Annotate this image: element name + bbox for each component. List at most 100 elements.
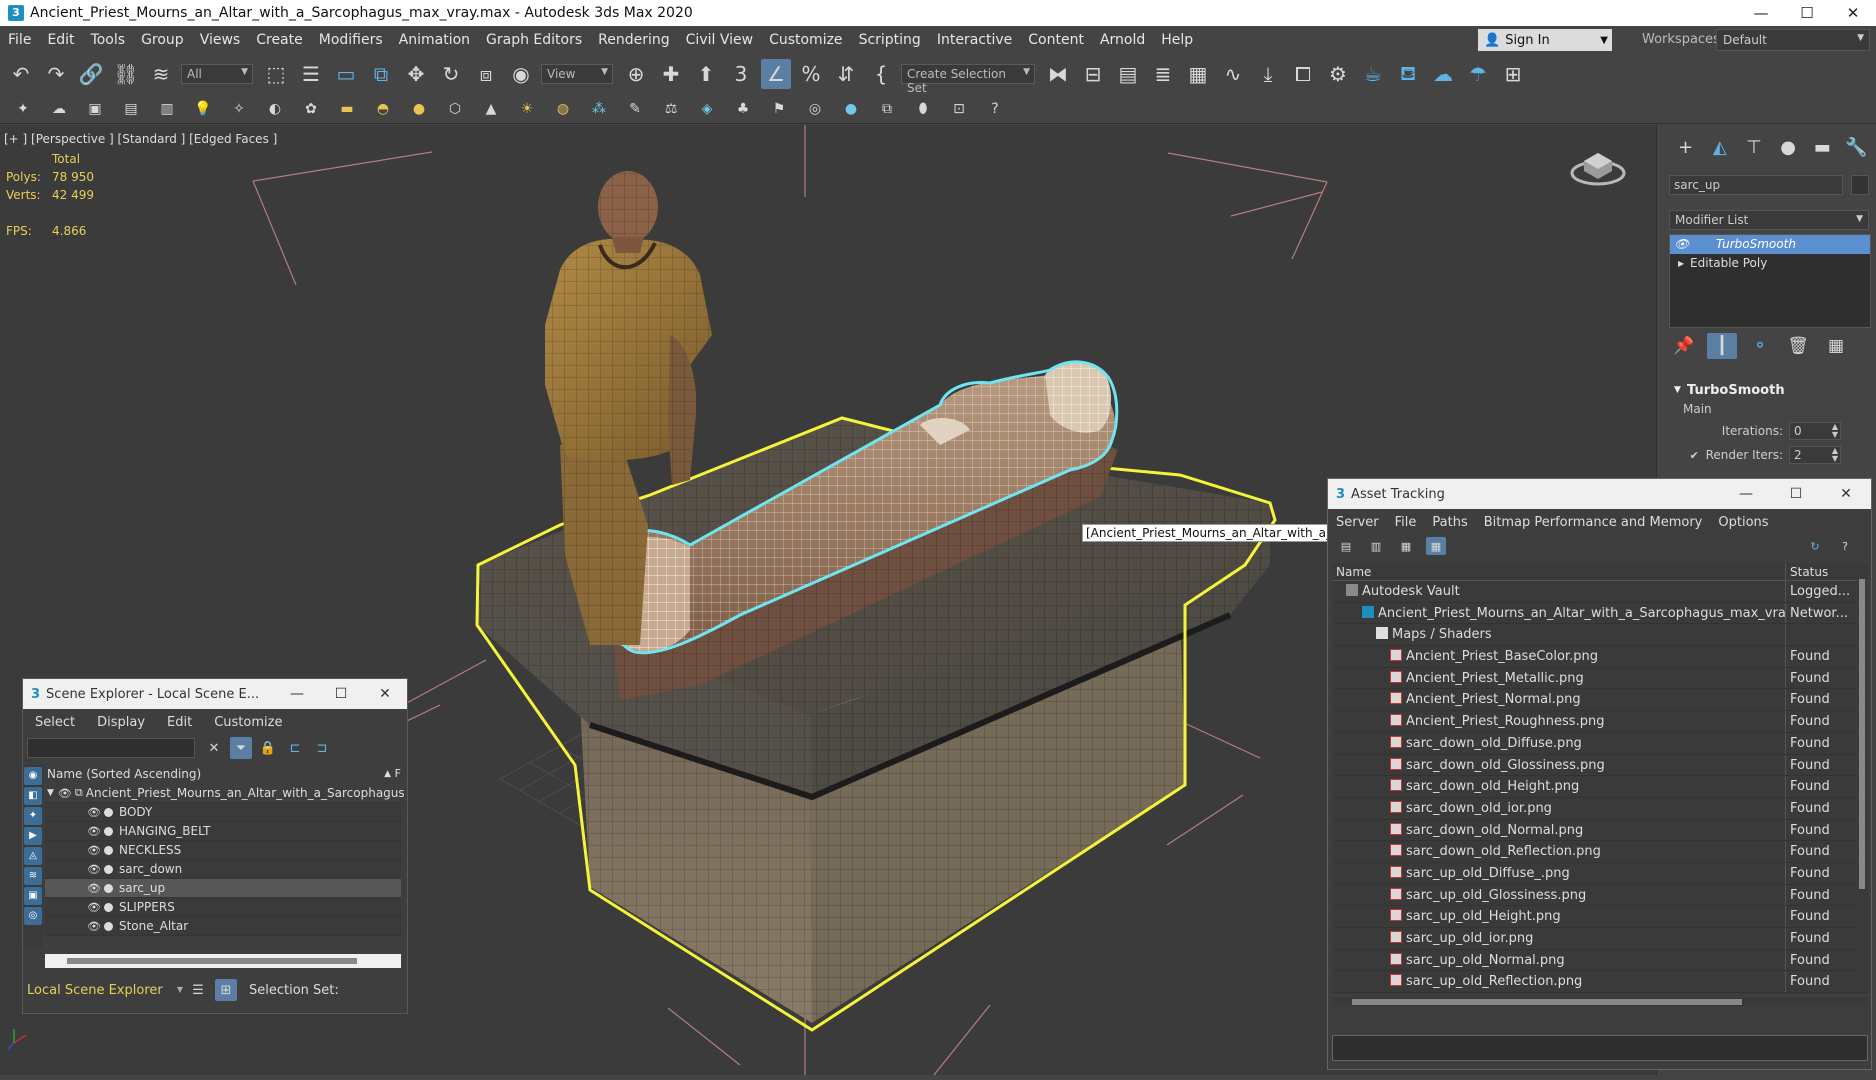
asset-row[interactable]: Ancient_Priest_Metallic.png Found [1332, 667, 1868, 690]
keyboard-shortcut-override-icon[interactable]: ⬆ [691, 59, 721, 89]
help-icon[interactable]: ? [1835, 537, 1855, 555]
hierarchy-collapse-icon[interactable]: ⊐ [311, 737, 333, 759]
object-name-field[interactable]: sarc_up [1669, 175, 1843, 195]
show-end-result-icon[interactable]: ┃ [1707, 333, 1737, 359]
redo-icon[interactable]: ↷ [41, 59, 71, 89]
name-column-header[interactable]: Name [1332, 563, 1786, 580]
environment-fog-icon[interactable]: ◎ [802, 97, 828, 121]
menu-edit[interactable]: Edit [39, 32, 82, 48]
unlink-icon[interactable]: ⛓ [111, 59, 141, 89]
filter-icon[interactable]: ⏷ [230, 737, 252, 759]
light-mix-icon[interactable]: ✿ [298, 97, 324, 121]
window-crossing-icon[interactable]: ⧉ [366, 59, 396, 89]
dome-light-icon[interactable]: ◓ [370, 97, 396, 121]
maximize-button[interactable]: ☐ [1784, 0, 1830, 26]
place-icon[interactable]: ◉ [506, 59, 536, 89]
minimize-button[interactable]: — [275, 686, 319, 702]
eye-icon[interactable]: 👁 [87, 825, 101, 838]
ies-cone-icon[interactable]: ▲ [478, 97, 504, 121]
asset-row[interactable]: Ancient_Priest_Roughness.png Found [1332, 711, 1868, 733]
search-input[interactable] [27, 738, 195, 758]
eye-icon[interactable]: 👁 [87, 863, 101, 876]
eye-icon[interactable]: 👁 [87, 882, 101, 895]
scene-object-row[interactable]: 👁 sarc_down [45, 860, 401, 879]
asset-row[interactable]: sarc_up_old_Reflection.png Found [1332, 971, 1868, 993]
asset-row[interactable]: sarc_down_old_ior.png Found [1332, 797, 1868, 820]
rendered-frame-window-icon[interactable]: ⛾ [1393, 59, 1423, 89]
material-sphere-icon[interactable]: ● [838, 97, 864, 121]
hierarchy-expand-icon[interactable]: ⊏ [284, 737, 306, 759]
cameras-filter-icon[interactable]: ▶ [24, 827, 42, 845]
eye-icon[interactable]: 👁 [87, 901, 101, 914]
minimize-button[interactable]: — [1721, 486, 1771, 502]
link-icon[interactable]: 🔗 [76, 59, 106, 89]
scene-object-row[interactable]: 👁 BODY [45, 803, 401, 822]
rotate-icon[interactable]: ↻ [436, 59, 466, 89]
rectangular-selection-icon[interactable]: ▭ [331, 59, 361, 89]
spinner-arrows-icon[interactable]: ▲ ▼ [1832, 447, 1838, 463]
move-icon[interactable]: ✥ [401, 59, 431, 89]
asset-row[interactable]: Ancient_Priest_BaseColor.png Found [1332, 646, 1868, 668]
eye-icon[interactable]: 👁 [87, 806, 101, 819]
menu-modifiers[interactable]: Modifiers [311, 32, 391, 48]
scrollbar-thumb[interactable] [1352, 999, 1742, 1005]
plane-light-icon[interactable]: ▬ [334, 97, 360, 121]
close-button[interactable]: ✕ [363, 686, 407, 702]
at-menu-paths[interactable]: Paths [1432, 515, 1467, 530]
menu-customize[interactable]: Customize [761, 32, 851, 48]
asset-row[interactable]: sarc_up_old_Diffuse_.png Found [1332, 862, 1868, 885]
render-setup-icon[interactable]: ☕ [1358, 59, 1388, 89]
menu-interactive[interactable]: Interactive [929, 32, 1020, 48]
menu-civil-view[interactable]: Civil View [678, 32, 761, 48]
collapse-arrow-icon[interactable]: ▼ [47, 788, 54, 798]
clipper-icon[interactable]: ♣ [730, 97, 756, 121]
list-view-icon[interactable]: ▤ [1336, 537, 1356, 555]
horizontal-scrollbar[interactable] [45, 954, 401, 968]
spinner-snap-icon[interactable]: ⇵ [831, 59, 861, 89]
create-tab-icon[interactable]: + [1671, 135, 1700, 159]
bind-space-warp-icon[interactable]: ≋ [146, 59, 176, 89]
se-menu-select[interactable]: Select [35, 715, 75, 730]
named-selection-set-select[interactable]: Create Selection Set ▼ [901, 64, 1035, 95]
table-view-icon[interactable]: ▦ [1396, 537, 1416, 555]
reference-coordinate-select[interactable]: View ▼ [541, 64, 613, 84]
at-menu-options[interactable]: Options [1718, 515, 1768, 530]
menu-tools[interactable]: Tools [83, 32, 134, 48]
align-icon[interactable]: ⊟ [1078, 59, 1108, 89]
proxy-icon[interactable]: ✎ [622, 97, 648, 121]
name-column-header[interactable]: Name (Sorted Ascending) ▲ F [45, 765, 401, 783]
vray-icon[interactable]: ✦ [10, 97, 36, 121]
at-menu-server[interactable]: Server [1336, 515, 1379, 530]
se-menu-customize[interactable]: Customize [214, 715, 282, 730]
iterations-spinner[interactable]: 0 ▲ ▼ [1789, 422, 1841, 440]
utilities-tab-icon[interactable]: 🔧 [1842, 135, 1871, 159]
menu-create[interactable]: Create [248, 32, 311, 48]
eye-icon[interactable]: 👁 [87, 920, 101, 933]
snaps-toggle-icon[interactable]: 3 [726, 59, 756, 89]
menu-file[interactable]: File [0, 32, 39, 48]
display-all-icon[interactable]: ◉ [24, 767, 42, 785]
asset-path-field[interactable] [1332, 1035, 1868, 1061]
scene-explorer-titlebar[interactable]: 3 Scene Explorer - Local Scene E... — ☐ … [23, 679, 407, 709]
asset-row[interactable]: Ancient_Priest_Normal.png Found [1332, 689, 1868, 712]
lock-icon[interactable]: 🔒 [257, 737, 279, 759]
vray-panel-icon[interactable]: ▥ [154, 97, 180, 121]
scene-converter-icon[interactable]: ⬮ [910, 97, 936, 121]
asset-row[interactable]: sarc_down_old_Diffuse.png Found [1332, 732, 1868, 755]
at-menu-file[interactable]: File [1395, 515, 1417, 530]
eye-icon[interactable]: 👁 [87, 844, 101, 857]
close-button[interactable]: ✕ [1830, 0, 1876, 26]
maximize-button[interactable]: ☐ [1771, 486, 1821, 502]
eye-icon[interactable]: 👁 [58, 787, 72, 800]
remove-modifier-icon[interactable]: 🗑 [1783, 333, 1813, 359]
mirror-icon[interactable]: ⧓ [1043, 59, 1073, 89]
asset-row[interactable]: Ancient_Priest_Mourns_an_Altar_with_a_Sa… [1332, 602, 1868, 625]
lights-filter-icon[interactable]: ✦ [24, 807, 42, 825]
menu-scripting[interactable]: Scripting [851, 32, 929, 48]
displacement-icon[interactable]: ⚑ [766, 97, 792, 121]
hierarchy-mode-icon[interactable]: ⊞ [215, 979, 237, 1001]
edit-named-selection-icon[interactable]: { [866, 59, 896, 89]
scene-object-row[interactable]: 👁 SLIPPERS [45, 898, 401, 917]
refresh-icon[interactable]: ↻ [1805, 537, 1825, 555]
scene-object-row-selected[interactable]: 👁 sarc_up [45, 879, 401, 898]
